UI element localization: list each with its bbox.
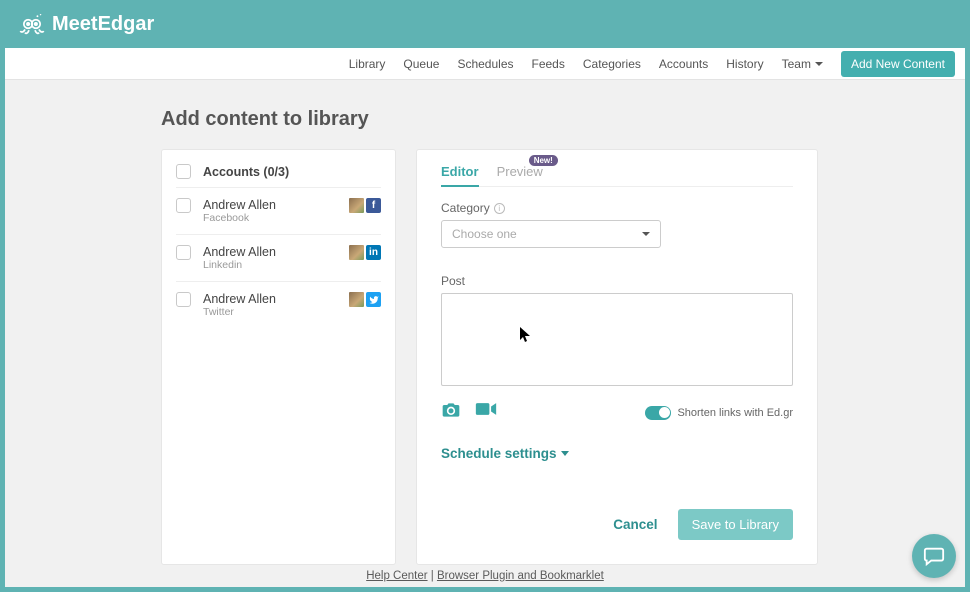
nav-accounts[interactable]: Accounts [659,57,708,71]
nav-schedules[interactable]: Schedules [457,57,513,71]
account-network: Facebook [203,212,337,224]
account-checkbox[interactable] [176,198,191,213]
shorten-links-toggle[interactable] [645,406,671,420]
account-name: Andrew Allen [203,198,337,212]
post-label: Post [441,274,793,288]
facebook-icon: f [366,198,381,213]
chat-icon [923,545,945,567]
account-row[interactable]: Andrew Allen Facebook f [176,187,381,234]
brand-name: MeetEdgar [52,13,154,36]
nav-history[interactable]: History [726,57,763,71]
account-avatar [349,198,364,213]
footer-links: Help Center | Browser Plugin and Bookmar… [5,570,965,582]
brand-logo[interactable]: MeetEdgar [18,10,154,38]
accounts-panel: Accounts (0/3) Andrew Allen Facebook f [161,149,396,565]
account-row[interactable]: Andrew Allen Linkedin in [176,234,381,281]
shorten-links-label: Shorten links with Ed.gr [677,407,793,419]
browser-plugin-link[interactable]: Browser Plugin and Bookmarklet [437,570,604,582]
twitter-icon[interactable] [366,292,381,307]
content-frame: Library Queue Schedules Feeds Categories… [5,48,965,587]
editor-panel: Editor Preview New! Category i Choose on… [416,149,818,565]
page-body: Add content to library Accounts (0/3) An… [5,80,965,587]
video-icon[interactable] [475,401,497,424]
chevron-down-icon [561,451,569,456]
tab-preview[interactable]: Preview New! [497,164,543,186]
media-toolbar: Shorten links with Ed.gr [441,401,793,424]
category-label: Category i [441,201,793,215]
top-banner: MeetEdgar [0,0,970,48]
select-all-checkbox[interactable] [176,164,191,179]
tab-editor[interactable]: Editor [441,164,479,187]
toggle-knob [659,407,670,418]
schedule-settings-label: Schedule settings [441,446,557,461]
editor-actions: Cancel Save to Library [441,509,793,540]
caret-down-icon [815,62,823,66]
camera-icon[interactable] [441,401,461,424]
account-network: Linkedin [203,259,337,271]
cancel-button[interactable]: Cancel [613,517,657,532]
account-network: Twitter [203,306,337,318]
category-select[interactable]: Choose one [441,220,661,248]
tab-preview-label: Preview [497,164,543,179]
nav-team[interactable]: Team [782,57,823,71]
post-textarea[interactable] [441,293,793,386]
page-title: Add content to library [161,108,965,131]
nav-queue[interactable]: Queue [403,57,439,71]
account-avatar [349,245,364,260]
account-name: Andrew Allen [203,292,337,306]
chat-widget-button[interactable] [912,534,956,578]
schedule-settings-toggle[interactable]: Schedule settings [441,446,793,461]
account-checkbox[interactable] [176,245,191,260]
shorten-toggle-wrap: Shorten links with Ed.gr [645,406,793,420]
account-name: Andrew Allen [203,245,337,259]
nav-team-label: Team [782,57,811,71]
account-checkbox[interactable] [176,292,191,307]
help-center-link[interactable]: Help Center [366,570,427,582]
account-avatar [349,292,364,307]
nav-bar: Library Queue Schedules Feeds Categories… [5,48,965,80]
chevron-down-icon [642,232,650,236]
nav-library[interactable]: Library [349,57,386,71]
accounts-count-label: Accounts (0/3) [203,165,289,179]
accounts-header: Accounts (0/3) [176,164,381,179]
nav-categories[interactable]: Categories [583,57,641,71]
add-new-content-button[interactable]: Add New Content [841,51,955,77]
editor-tabs: Editor Preview New! [441,164,793,187]
linkedin-icon: in [366,245,381,260]
save-to-library-button[interactable]: Save to Library [678,509,793,540]
info-icon[interactable]: i [494,203,505,214]
new-badge: New! [529,155,558,166]
category-placeholder: Choose one [452,227,517,241]
account-row[interactable]: Andrew Allen Twitter [176,281,381,328]
nav-feeds[interactable]: Feeds [532,57,565,71]
octopus-icon [18,10,46,38]
